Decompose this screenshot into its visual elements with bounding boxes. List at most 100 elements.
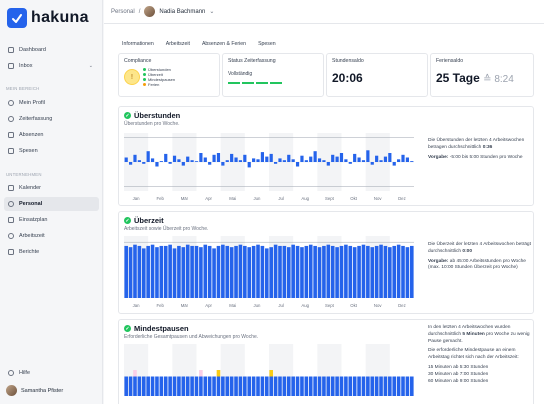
- bar: [238, 160, 243, 162]
- x-tick-label: Nov: [374, 196, 382, 201]
- warning-bar: [216, 370, 221, 377]
- card-title: Überzeit: [134, 216, 164, 225]
- bar: [203, 244, 208, 298]
- bar: [397, 159, 401, 162]
- sidebar-item-help[interactable]: Hilfe: [4, 366, 99, 380]
- mindestpausen-chart: [124, 344, 414, 396]
- x-tick-label: Okt: [350, 196, 357, 201]
- bar: [238, 244, 243, 298]
- compliance-legend: Überstunden Überzeit Mindestpausen Ferie…: [143, 67, 175, 87]
- tab-absenzen-ferien[interactable]: Absenzen & Ferien: [198, 40, 250, 48]
- sidebar-item-label: Einsatzplan: [19, 217, 48, 223]
- bar: [383, 156, 388, 162]
- tab-spesen[interactable]: Spesen: [254, 40, 280, 48]
- x-tick-label: Jan: [133, 196, 141, 201]
- bar: [124, 157, 128, 162]
- sidebar-item-profile[interactable]: Mein Profil: [4, 96, 99, 110]
- bar: [229, 247, 234, 298]
- inbox-icon: [8, 63, 14, 69]
- bar: [265, 156, 269, 162]
- bar: [137, 245, 142, 298]
- x-tick-label: Mär: [181, 196, 189, 201]
- bar: [348, 162, 352, 164]
- sidebar-item-dashboard[interactable]: Dashboard: [4, 43, 99, 57]
- bar: [352, 247, 357, 298]
- bar: [287, 154, 291, 162]
- sidebar-item-label: Arbeitszeit: [19, 233, 45, 239]
- bar: [348, 376, 353, 396]
- bar: [278, 245, 282, 298]
- bar: [313, 376, 317, 396]
- bar: [326, 376, 331, 396]
- user-profile[interactable]: Samantha Pfister: [6, 385, 63, 396]
- user-name: Samantha Pfister: [21, 387, 64, 394]
- bar: [317, 158, 322, 162]
- reports-icon: [8, 249, 14, 255]
- sidebar-item-einsatzplan[interactable]: Einsatzplan: [4, 213, 99, 227]
- receipt-icon: [8, 148, 14, 154]
- bar: [247, 162, 251, 168]
- bar: [247, 247, 252, 298]
- bar: [247, 376, 252, 396]
- bar: [207, 376, 212, 396]
- bar: [370, 162, 374, 165]
- people-icon: [8, 201, 14, 207]
- bar: [185, 376, 190, 396]
- bar: [256, 376, 260, 396]
- bar: [357, 157, 361, 162]
- x-tick-label: Mai: [229, 196, 236, 201]
- app-logo[interactable]: hakuna: [7, 8, 89, 28]
- card-title: Überstunden: [134, 111, 181, 120]
- bar: [243, 376, 247, 396]
- tab-informationen[interactable]: Informationen: [118, 40, 158, 48]
- bar: [304, 245, 309, 298]
- bar: [133, 154, 137, 162]
- bar: [339, 153, 344, 162]
- bar: [163, 376, 168, 396]
- bar: [366, 245, 370, 298]
- sidebar-item-berichte[interactable]: Berichte: [4, 245, 99, 259]
- bar: [379, 160, 383, 162]
- bar: [361, 244, 366, 298]
- sidebar-item-arbeitszeit[interactable]: Arbeitszeit: [4, 229, 99, 243]
- breadcrumb-personal[interactable]: Personal: [111, 9, 135, 15]
- bar: [168, 162, 172, 164]
- bar: [410, 376, 414, 396]
- sidebar-item-personal[interactable]: Personal: [4, 197, 99, 211]
- bar: [269, 247, 273, 298]
- bar: [168, 244, 172, 298]
- bar: [155, 247, 159, 298]
- bar: [269, 153, 273, 162]
- bar: [388, 247, 392, 298]
- bar: [265, 376, 269, 396]
- bar: [304, 376, 309, 396]
- bar: [181, 376, 186, 396]
- x-tick-label: Mai: [229, 303, 236, 308]
- sidebar-item-spesen[interactable]: Spesen: [4, 144, 99, 158]
- bar: [383, 245, 388, 298]
- bar: [335, 156, 339, 162]
- x-tick-label: Apr: [205, 303, 212, 308]
- sidebar-item-absenzen[interactable]: Absenzen: [4, 128, 99, 142]
- check-icon: ✓: [124, 217, 131, 224]
- sidebar-item-kalender[interactable]: Kalender: [4, 181, 99, 195]
- sidebar-item-zeiterfassung[interactable]: Zeiterfassung: [4, 112, 99, 126]
- compliance-card: Compliance ! Überstunden Überzeit Mindes…: [118, 53, 220, 97]
- bar: [295, 162, 300, 167]
- help-icon: [8, 370, 14, 376]
- person-name[interactable]: Nadia Bachmann: [159, 9, 205, 15]
- bar: [388, 153, 392, 162]
- bar: [159, 161, 163, 162]
- bar: [221, 376, 225, 396]
- chevron-down-icon[interactable]: ⌄: [89, 63, 93, 69]
- ueberzeit-card: ✓ Überzeit Arbeitszeit sowie Überzeit pr…: [118, 211, 534, 314]
- chevron-down-icon[interactable]: ⌄: [209, 8, 214, 15]
- sidebar-item-label: Personal: [19, 201, 43, 207]
- bar: [225, 160, 229, 162]
- x-tick-label: Apr: [205, 196, 212, 201]
- bar: [374, 376, 379, 396]
- bar: [392, 162, 396, 166]
- x-tick-label: Jun: [253, 303, 261, 308]
- sidebar-item-inbox[interactable]: Inbox ⌄: [4, 59, 99, 73]
- tab-arbeitszeit[interactable]: Arbeitszeit: [162, 40, 194, 48]
